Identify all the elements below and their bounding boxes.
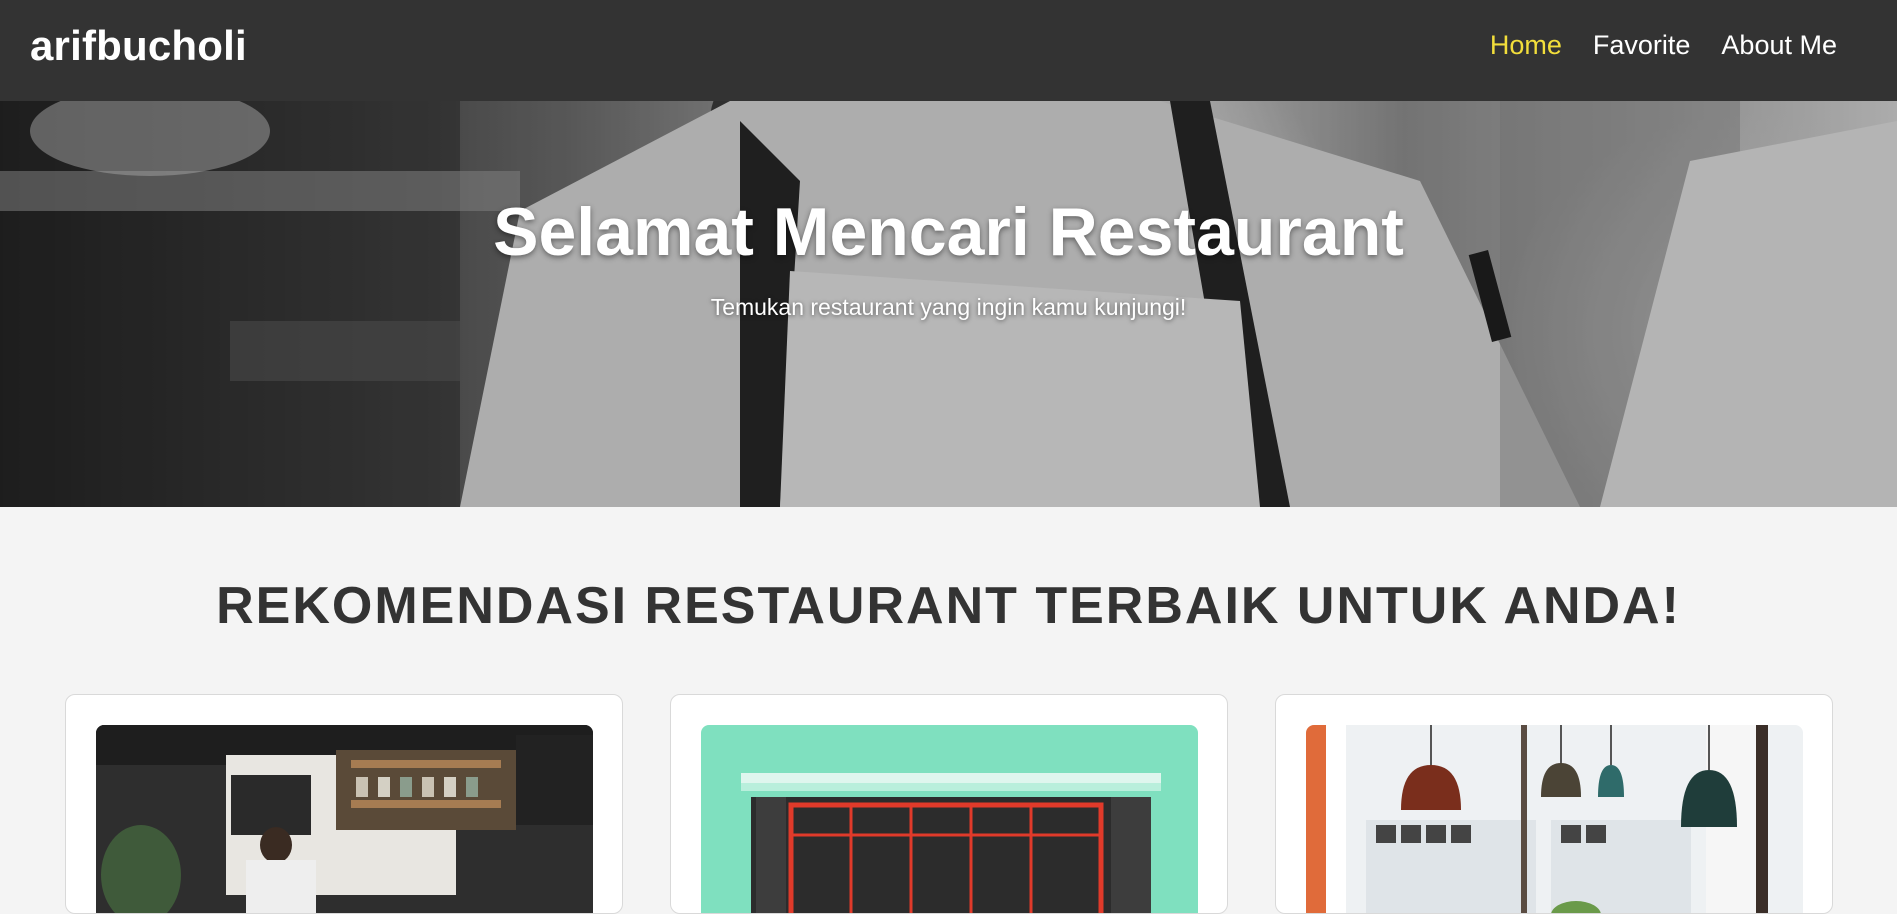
restaurant-card-image[interactable] bbox=[1306, 725, 1803, 913]
restaurant-card[interactable] bbox=[65, 694, 623, 914]
restaurant-photo-kitchen bbox=[96, 725, 593, 913]
restaurant-card-image[interactable] bbox=[96, 725, 593, 913]
hero-subtitle: Temukan restaurant yang ingin kamu kunju… bbox=[710, 294, 1187, 320]
restaurant-card-image[interactable] bbox=[701, 725, 1198, 913]
restaurant-card[interactable] bbox=[670, 694, 1228, 914]
restaurant-card[interactable] bbox=[1275, 694, 1833, 914]
hero-banner: Selamat Mencari Restaurant Temukan resta… bbox=[0, 101, 1897, 507]
restaurant-photo-storefront bbox=[701, 725, 1198, 913]
restaurant-photo-interior bbox=[1306, 725, 1803, 913]
brand-logo[interactable]: arifbucholi bbox=[30, 22, 247, 70]
hero-title: Selamat Mencari Restaurant bbox=[493, 194, 1404, 270]
nav-link-favorite[interactable]: Favorite bbox=[1593, 30, 1691, 61]
nav-link-home[interactable]: Home bbox=[1490, 30, 1562, 61]
nav-links: Home Favorite About Me bbox=[1490, 30, 1837, 61]
nav-link-about-me[interactable]: About Me bbox=[1721, 30, 1837, 61]
navbar: arifbucholi Home Favorite About Me bbox=[0, 0, 1897, 101]
section-title: REKOMENDASI RESTAURANT TERBAIK UNTUK AND… bbox=[216, 577, 1681, 635]
